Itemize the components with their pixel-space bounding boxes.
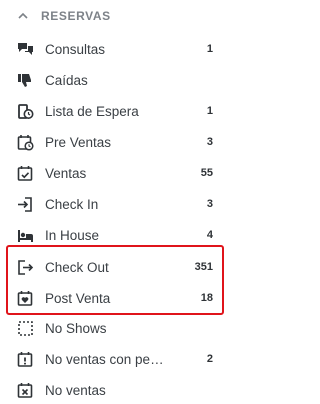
comments-icon: [17, 41, 34, 58]
sign-out-icon: [17, 259, 34, 276]
dashed-square-icon: [17, 320, 34, 337]
menu-item-label: Lista de Espera: [45, 103, 139, 119]
menu-item-lista-de-espera[interactable]: Lista de Espera 1: [17, 101, 213, 121]
menu-item-caidas[interactable]: Caídas: [17, 70, 213, 90]
calendar-heart-icon: [17, 290, 34, 307]
menu-item-count: 1: [206, 105, 213, 117]
menu-item-count: 3: [206, 136, 213, 148]
menu-item-label: Caídas: [45, 72, 88, 88]
menu-item-ventas[interactable]: Ventas 55: [17, 163, 213, 183]
menu-item-in-house[interactable]: In House 4: [17, 225, 213, 245]
waitlist-clock-icon: [17, 103, 34, 120]
menu-item-label: Pre Ventas: [45, 134, 112, 150]
menu-item-label: Check In: [45, 196, 99, 212]
menu-item-label: Consultas: [45, 41, 106, 57]
chevron-up-icon: [18, 12, 28, 19]
menu-item-label: Post Venta: [45, 290, 111, 306]
menu-item-label: In House: [45, 227, 100, 243]
sign-in-icon: [17, 196, 34, 213]
calendar-x-icon: [17, 382, 34, 399]
section-title: RESERVAS: [41, 9, 111, 23]
menu-item-no-ventas-con-penalidad[interactable]: No ventas con penalidad 2: [17, 349, 213, 369]
menu-item-label: No ventas con penalidad: [45, 351, 171, 367]
menu-item-label: Ventas: [45, 165, 87, 181]
menu-item-no-shows[interactable]: No Shows: [17, 318, 213, 338]
menu-item-count: 1: [206, 43, 213, 55]
menu-item-label: No ventas: [45, 382, 106, 398]
menu-item-post-venta[interactable]: Post Venta 18: [17, 288, 213, 308]
menu-item-no-ventas[interactable]: No ventas: [17, 380, 213, 400]
menu-item-label: No Shows: [45, 320, 107, 336]
menu-item-count: 4: [206, 229, 213, 241]
menu-item-count: 351: [194, 261, 213, 273]
thumbs-down-icon: [17, 72, 34, 89]
calendar-exclamation-icon: [17, 351, 34, 368]
calendar-clock-icon: [17, 134, 34, 151]
section-header-reservas[interactable]: RESERVAS: [17, 7, 111, 25]
menu-item-consultas[interactable]: Consultas 1: [17, 39, 213, 59]
menu-item-pre-ventas[interactable]: Pre Ventas 3: [17, 132, 213, 152]
menu-item-count: 18: [200, 292, 213, 304]
menu-item-count: 55: [200, 167, 213, 179]
menu-item-count: 2: [206, 353, 213, 365]
menu-item-label: Check Out: [45, 259, 109, 275]
menu-item-count: 3: [206, 198, 213, 210]
calendar-check-icon: [17, 165, 34, 182]
menu-item-check-out[interactable]: Check Out 351: [17, 257, 213, 277]
bed-icon: [17, 227, 34, 244]
menu-item-check-in[interactable]: Check In 3: [17, 194, 213, 214]
